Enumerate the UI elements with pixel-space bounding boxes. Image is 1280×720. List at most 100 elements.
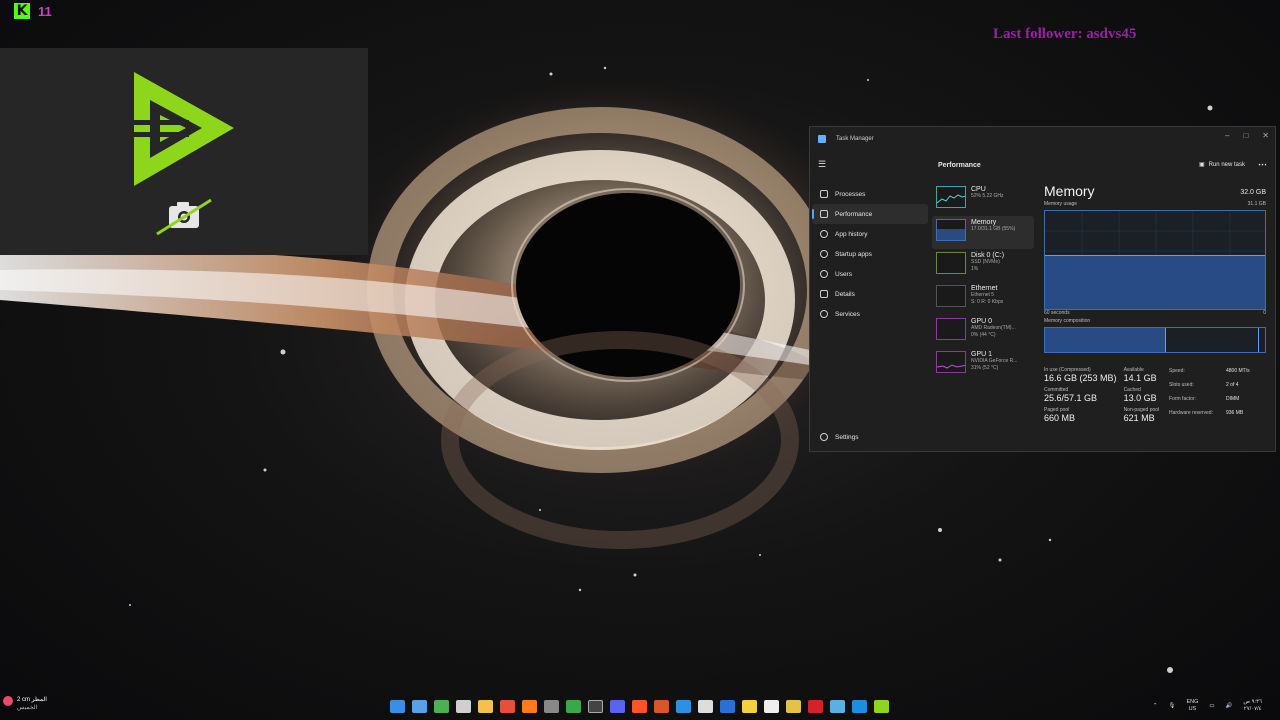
resource-name: GPU 0 bbox=[971, 318, 993, 325]
weather-widget[interactable]: 2 cm المطر الخميس bbox=[3, 696, 47, 712]
clock-date: ٢٧/٠٧/٤ bbox=[1243, 705, 1262, 712]
nav-item-app-history[interactable]: App history bbox=[812, 224, 928, 244]
ethernet-thumbnail bbox=[936, 285, 966, 307]
blender-icon[interactable] bbox=[654, 700, 669, 713]
disk-thumbnail bbox=[936, 252, 966, 274]
nav-item-performance[interactable]: Performance bbox=[812, 204, 928, 224]
slots-value: 2 of 4 bbox=[1226, 382, 1239, 388]
start-icon[interactable] bbox=[390, 700, 405, 713]
pen-tool-icon[interactable] bbox=[764, 700, 779, 713]
nav-item-services[interactable]: Services bbox=[812, 304, 928, 324]
tool-icon[interactable] bbox=[456, 700, 471, 713]
slots-label: Slots used: bbox=[1169, 382, 1194, 388]
brave-icon[interactable] bbox=[632, 700, 647, 713]
memory-title: Memory bbox=[1044, 183, 1095, 199]
messenger-icon[interactable] bbox=[852, 700, 867, 713]
processes-icon bbox=[820, 190, 828, 198]
nav-item-label: Performance bbox=[835, 210, 873, 218]
resource-gpu0[interactable]: GPU 0 AMD Radeon(TM)... 0% (44 °C) bbox=[932, 315, 1034, 348]
resource-name: Disk 0 (C:) bbox=[971, 252, 1005, 259]
gear-icon bbox=[820, 433, 828, 441]
hamburger-menu-icon[interactable]: ☰ bbox=[818, 159, 930, 170]
weather-temp: 2 cm المطر bbox=[17, 697, 47, 703]
calendar-icon[interactable] bbox=[698, 700, 713, 713]
page-header: Performance ▣ Run new task ⋯ bbox=[930, 151, 1275, 179]
resource-memory[interactable]: Memory 17.0/31.1 GB (55%) bbox=[932, 216, 1034, 249]
graph-time-end: 0 bbox=[1263, 310, 1266, 316]
sticky-notes-icon[interactable] bbox=[742, 700, 757, 713]
resource-name: Memory bbox=[971, 219, 997, 226]
nav-item-label: Users bbox=[835, 270, 852, 278]
window-controls: – □ ✕ bbox=[1225, 131, 1269, 140]
photos-icon[interactable] bbox=[830, 700, 845, 713]
graph-time-label: 60 seconds bbox=[1044, 310, 1070, 316]
memory-thumbnail bbox=[936, 219, 966, 241]
microphone-icon[interactable]: 🎙 bbox=[1168, 703, 1175, 709]
more-options-icon[interactable]: ⋯ bbox=[1258, 159, 1267, 170]
close-icon[interactable]: ✕ bbox=[1262, 131, 1269, 140]
run-new-task-button[interactable]: ▣ Run new task bbox=[1199, 161, 1245, 169]
speed-label: Speed: bbox=[1169, 368, 1185, 374]
webcam-panel bbox=[0, 48, 368, 255]
nav-item-label: Startup apps bbox=[835, 250, 872, 258]
hw-reserved-label: Hardware reserved: bbox=[1169, 410, 1213, 416]
file-explorer-icon[interactable] bbox=[478, 700, 493, 713]
xbox-icon[interactable] bbox=[566, 700, 581, 713]
committed-value: 25.6/57.1 GB bbox=[1044, 393, 1098, 403]
viewer-count: 11 bbox=[38, 3, 52, 19]
resource-sub: 17.0/31.1 GB (55%) bbox=[971, 226, 1016, 232]
minecraft-icon[interactable] bbox=[434, 700, 449, 713]
drive-icon[interactable] bbox=[786, 700, 801, 713]
memory-composition-label: Memory composition bbox=[1044, 318, 1091, 324]
bitwarden-icon[interactable] bbox=[720, 700, 735, 713]
chrome-icon[interactable] bbox=[500, 700, 515, 713]
resource-sub: 1% bbox=[971, 265, 979, 272]
cpu-thumbnail bbox=[936, 186, 966, 208]
minimize-icon[interactable]: – bbox=[1225, 131, 1229, 140]
nav-item-settings[interactable]: Settings bbox=[812, 427, 928, 447]
task-view-icon[interactable] bbox=[412, 700, 427, 713]
resource-sub: 52% 5.22 GHz bbox=[971, 193, 1004, 199]
resource-cpu[interactable]: CPU 52% 5.22 GHz bbox=[932, 183, 1034, 216]
memory-properties: Speed: 4800 MT/s Slots used: 2 of 4 Form… bbox=[1169, 367, 1266, 423]
language-code: ENG bbox=[1186, 699, 1199, 705]
resource-ethernet[interactable]: Ethernet Ethernet 5 S: 0 R: 0 Kbps bbox=[932, 282, 1034, 315]
vscode-icon[interactable] bbox=[676, 700, 691, 713]
language-indicator[interactable]: ENG US bbox=[1186, 699, 1198, 712]
volume-icon[interactable]: 🔊 bbox=[1226, 703, 1233, 709]
memory-detail-panel: Memory 32.0 GB Memory usage 31.1 GB 60 s… bbox=[1044, 183, 1266, 423]
discord-icon[interactable] bbox=[610, 700, 625, 713]
language-region: US bbox=[1188, 705, 1197, 712]
page-title: Performance bbox=[938, 161, 981, 169]
performance-icon bbox=[820, 210, 828, 218]
clock[interactable]: ٩:٣٦ ص ٢٧/٠٧/٤ bbox=[1243, 699, 1262, 712]
run-new-task-label: Run new task bbox=[1208, 161, 1245, 168]
nav-item-startup-apps[interactable]: Startup apps bbox=[812, 244, 928, 264]
nav-item-users[interactable]: Users bbox=[812, 264, 928, 284]
weather-day: الخميس bbox=[17, 705, 38, 711]
startup-apps-icon bbox=[820, 250, 828, 258]
task-manager-window: Task Manager – □ ✕ ☰ Processes Performan… bbox=[809, 126, 1276, 452]
obs-icon[interactable] bbox=[588, 700, 603, 713]
resource-gpu1[interactable]: GPU 1 NVIDIA GeForce R... 31% (52 °C) bbox=[932, 348, 1034, 381]
acrobat-icon[interactable] bbox=[808, 700, 823, 713]
clock-time: ٩:٣٦ ص bbox=[1243, 699, 1262, 705]
users-icon bbox=[820, 270, 828, 278]
network-icon[interactable]: ▭ bbox=[1209, 703, 1214, 709]
memory-usage-fill bbox=[1045, 255, 1265, 309]
taskbar: 2 cm المطر الخميس ⌃ 🎙 ENG US ▭ 🔊 ٩:٣٦ ص … bbox=[0, 692, 1280, 720]
system-tray: ⌃ 🎙 ENG US ▭ 🔊 ٩:٣٦ ص ٢٧/٠٧/٤ bbox=[1153, 699, 1262, 712]
firefox-icon[interactable] bbox=[522, 700, 537, 713]
nav-item-details[interactable]: Details bbox=[812, 284, 928, 304]
streamer-app-icon[interactable] bbox=[874, 700, 889, 713]
maximize-icon[interactable]: □ bbox=[1243, 131, 1248, 140]
resource-sub: NVIDIA GeForce R... bbox=[971, 358, 1018, 364]
resource-sub: 0% (44 °C) bbox=[971, 331, 996, 338]
memory-usage-graph bbox=[1044, 210, 1266, 310]
title-bar[interactable]: Task Manager bbox=[810, 127, 1275, 151]
chevron-up-icon[interactable]: ⌃ bbox=[1153, 703, 1158, 709]
app-box-icon[interactable] bbox=[544, 700, 559, 713]
resource-disk[interactable]: Disk 0 (C:) SSD (NVMe) 1% bbox=[932, 249, 1034, 282]
memory-usage-label: Memory usage bbox=[1044, 201, 1078, 207]
nav-item-processes[interactable]: Processes bbox=[812, 184, 928, 204]
